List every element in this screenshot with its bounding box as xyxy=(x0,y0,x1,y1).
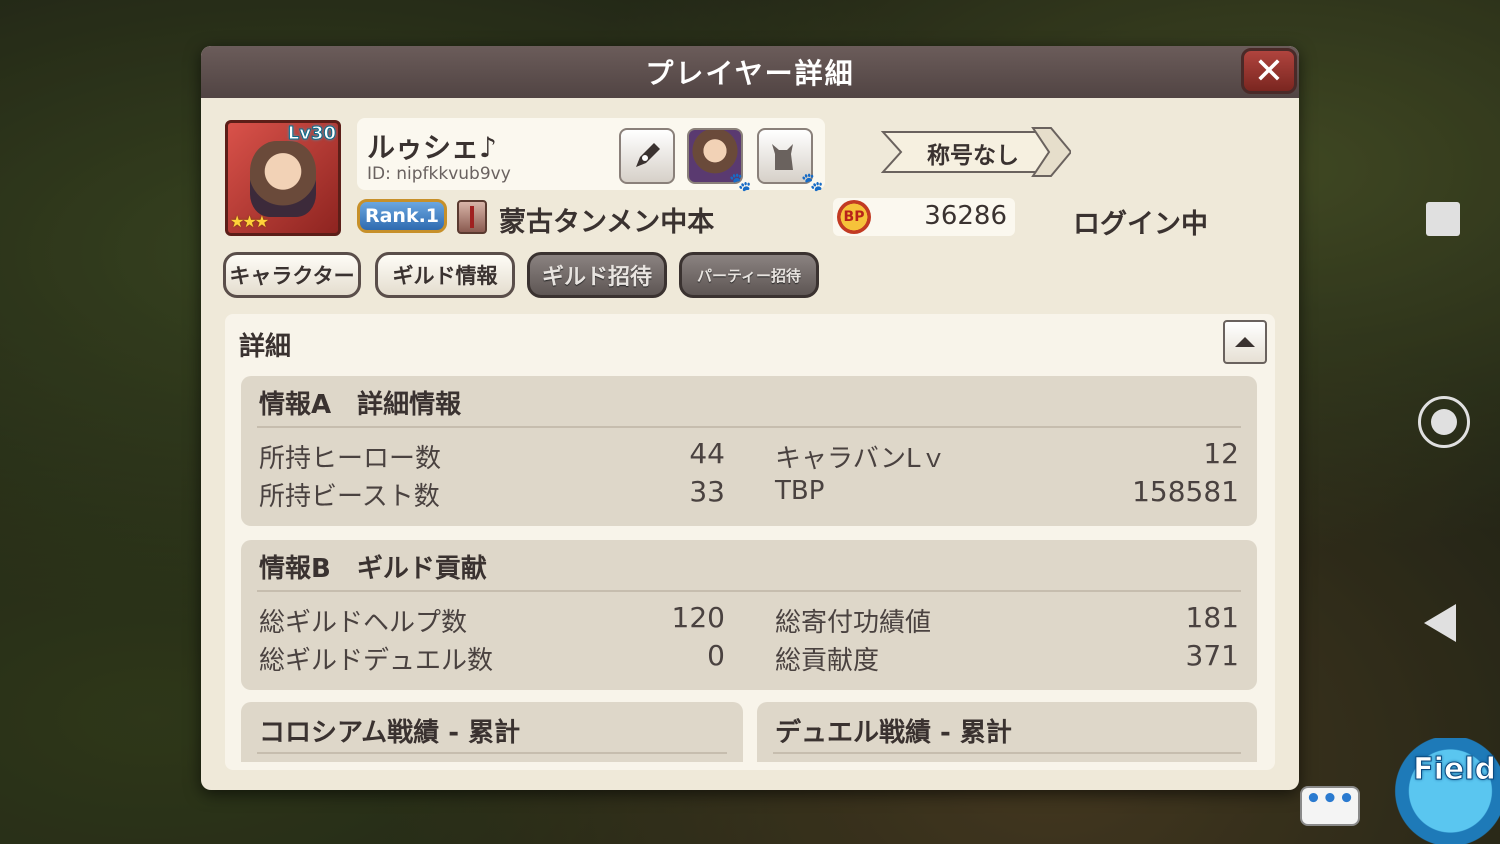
chevron-up-icon xyxy=(1235,337,1255,347)
donation-merit-value: 181 xyxy=(1185,601,1239,634)
player-name: ルゥシェ♪ xyxy=(367,131,497,164)
colosseum-record-section: コロシアム戦績 - 累計 xyxy=(241,702,743,762)
avatar-portrait xyxy=(250,141,316,217)
dialog-titlebar: プレイヤー詳細 ✕ xyxy=(201,46,1299,98)
title-tag[interactable]: 称号なし xyxy=(881,126,1071,178)
title-tag-label: 称号なし xyxy=(927,143,1019,169)
contribution-label: 総貢献度 xyxy=(775,646,880,676)
divider xyxy=(257,590,1241,592)
recent-apps-button[interactable] xyxy=(1426,202,1460,236)
guild-duel-count-label: 総ギルドデュエル数 xyxy=(259,646,494,676)
details-panel[interactable]: 詳細 情報A 詳細情報 所持ヒーロー数 44 所持ビースト数 33 キャラバンL… xyxy=(225,314,1275,770)
guild-emblem-icon xyxy=(457,200,487,234)
divider xyxy=(257,426,1241,428)
dialog-title: プレイヤー詳細 xyxy=(645,57,855,90)
bp-icon: BP xyxy=(837,200,871,234)
contribution-value: 371 xyxy=(1185,639,1239,672)
field-label: Field xyxy=(1413,752,1497,788)
hero-count-value: 44 xyxy=(689,437,725,470)
divider xyxy=(773,752,1241,754)
character-button[interactable]: キャラクター xyxy=(223,252,361,298)
info-section-b: 情報B ギルド貢献 総ギルドヘルプ数 120 総ギルドデュエル数 0 総寄付功績… xyxy=(241,540,1257,690)
beast-count-label: 所持ビースト数 xyxy=(259,482,440,512)
guild-invite-button[interactable]: ギルド招待 xyxy=(527,252,667,298)
hero-count-label: 所持ヒーロー数 xyxy=(259,444,442,474)
back-button[interactable] xyxy=(1424,604,1456,642)
field-button[interactable]: Field xyxy=(1376,738,1500,844)
paw-icon: 🐾 xyxy=(801,172,824,193)
section-b-header: 情報B ギルド貢献 xyxy=(259,554,487,584)
caravan-level-value: 12 xyxy=(1203,437,1239,470)
party-invite-button[interactable]: パーティー招待 xyxy=(679,252,819,298)
pen-icon[interactable] xyxy=(619,128,675,184)
player-avatar[interactable]: Lv30 ★★★ xyxy=(225,120,341,236)
home-button[interactable] xyxy=(1418,396,1470,448)
colosseum-record-header: コロシアム戦績 - 累計 xyxy=(259,718,521,748)
rank-badge: Rank.1 xyxy=(357,199,447,233)
details-title: 詳細 xyxy=(239,332,292,362)
beast-count-value: 33 xyxy=(689,475,725,508)
duel-record-section: デュエル戦績 - 累計 xyxy=(757,702,1257,762)
battle-power-box: BP 36286 xyxy=(833,198,1015,236)
section-a-header: 情報A 詳細情報 xyxy=(259,390,462,420)
player-name-card: ルゥシェ♪ ID: nipfkkvub9vy xyxy=(357,118,825,190)
bp-value: 36286 xyxy=(924,201,1007,231)
close-button[interactable]: ✕ xyxy=(1241,48,1297,94)
caravan-level-label: キャラバンLｖ xyxy=(775,444,947,474)
donation-merit-label: 総寄付功績値 xyxy=(775,608,932,638)
paw-icon: 🐾 xyxy=(729,172,752,193)
duel-record-header: デュエル戦績 - 累計 xyxy=(775,718,1012,748)
login-status: ログイン中 xyxy=(1073,209,1208,240)
guild-duel-count-value: 0 xyxy=(707,639,725,672)
info-section-a: 情報A 詳細情報 所持ヒーロー数 44 所持ビースト数 33 キャラバンLｖ 1… xyxy=(241,376,1257,526)
guild-help-count-value: 120 xyxy=(671,601,725,634)
collapse-button[interactable] xyxy=(1223,320,1267,364)
player-level: Lv30 xyxy=(287,123,336,145)
tbp-value: 158581 xyxy=(1132,475,1239,508)
rarity-stars: ★★★ xyxy=(230,212,269,231)
guild-info-button[interactable]: ギルド情報 xyxy=(375,252,515,298)
guild-help-count-label: 総ギルドヘルプ数 xyxy=(259,608,468,638)
player-detail-dialog: プレイヤー詳細 ✕ Lv30 ★★★ ルゥシェ♪ ID: nipfkkvub9v… xyxy=(201,46,1299,790)
tbp-label: TBP xyxy=(775,476,825,506)
chat-button[interactable]: ••• xyxy=(1300,786,1360,826)
player-id: ID: nipfkkvub9vy xyxy=(367,164,511,184)
divider xyxy=(257,752,727,754)
guild-name: 蒙古タンメン中本 xyxy=(499,207,715,238)
